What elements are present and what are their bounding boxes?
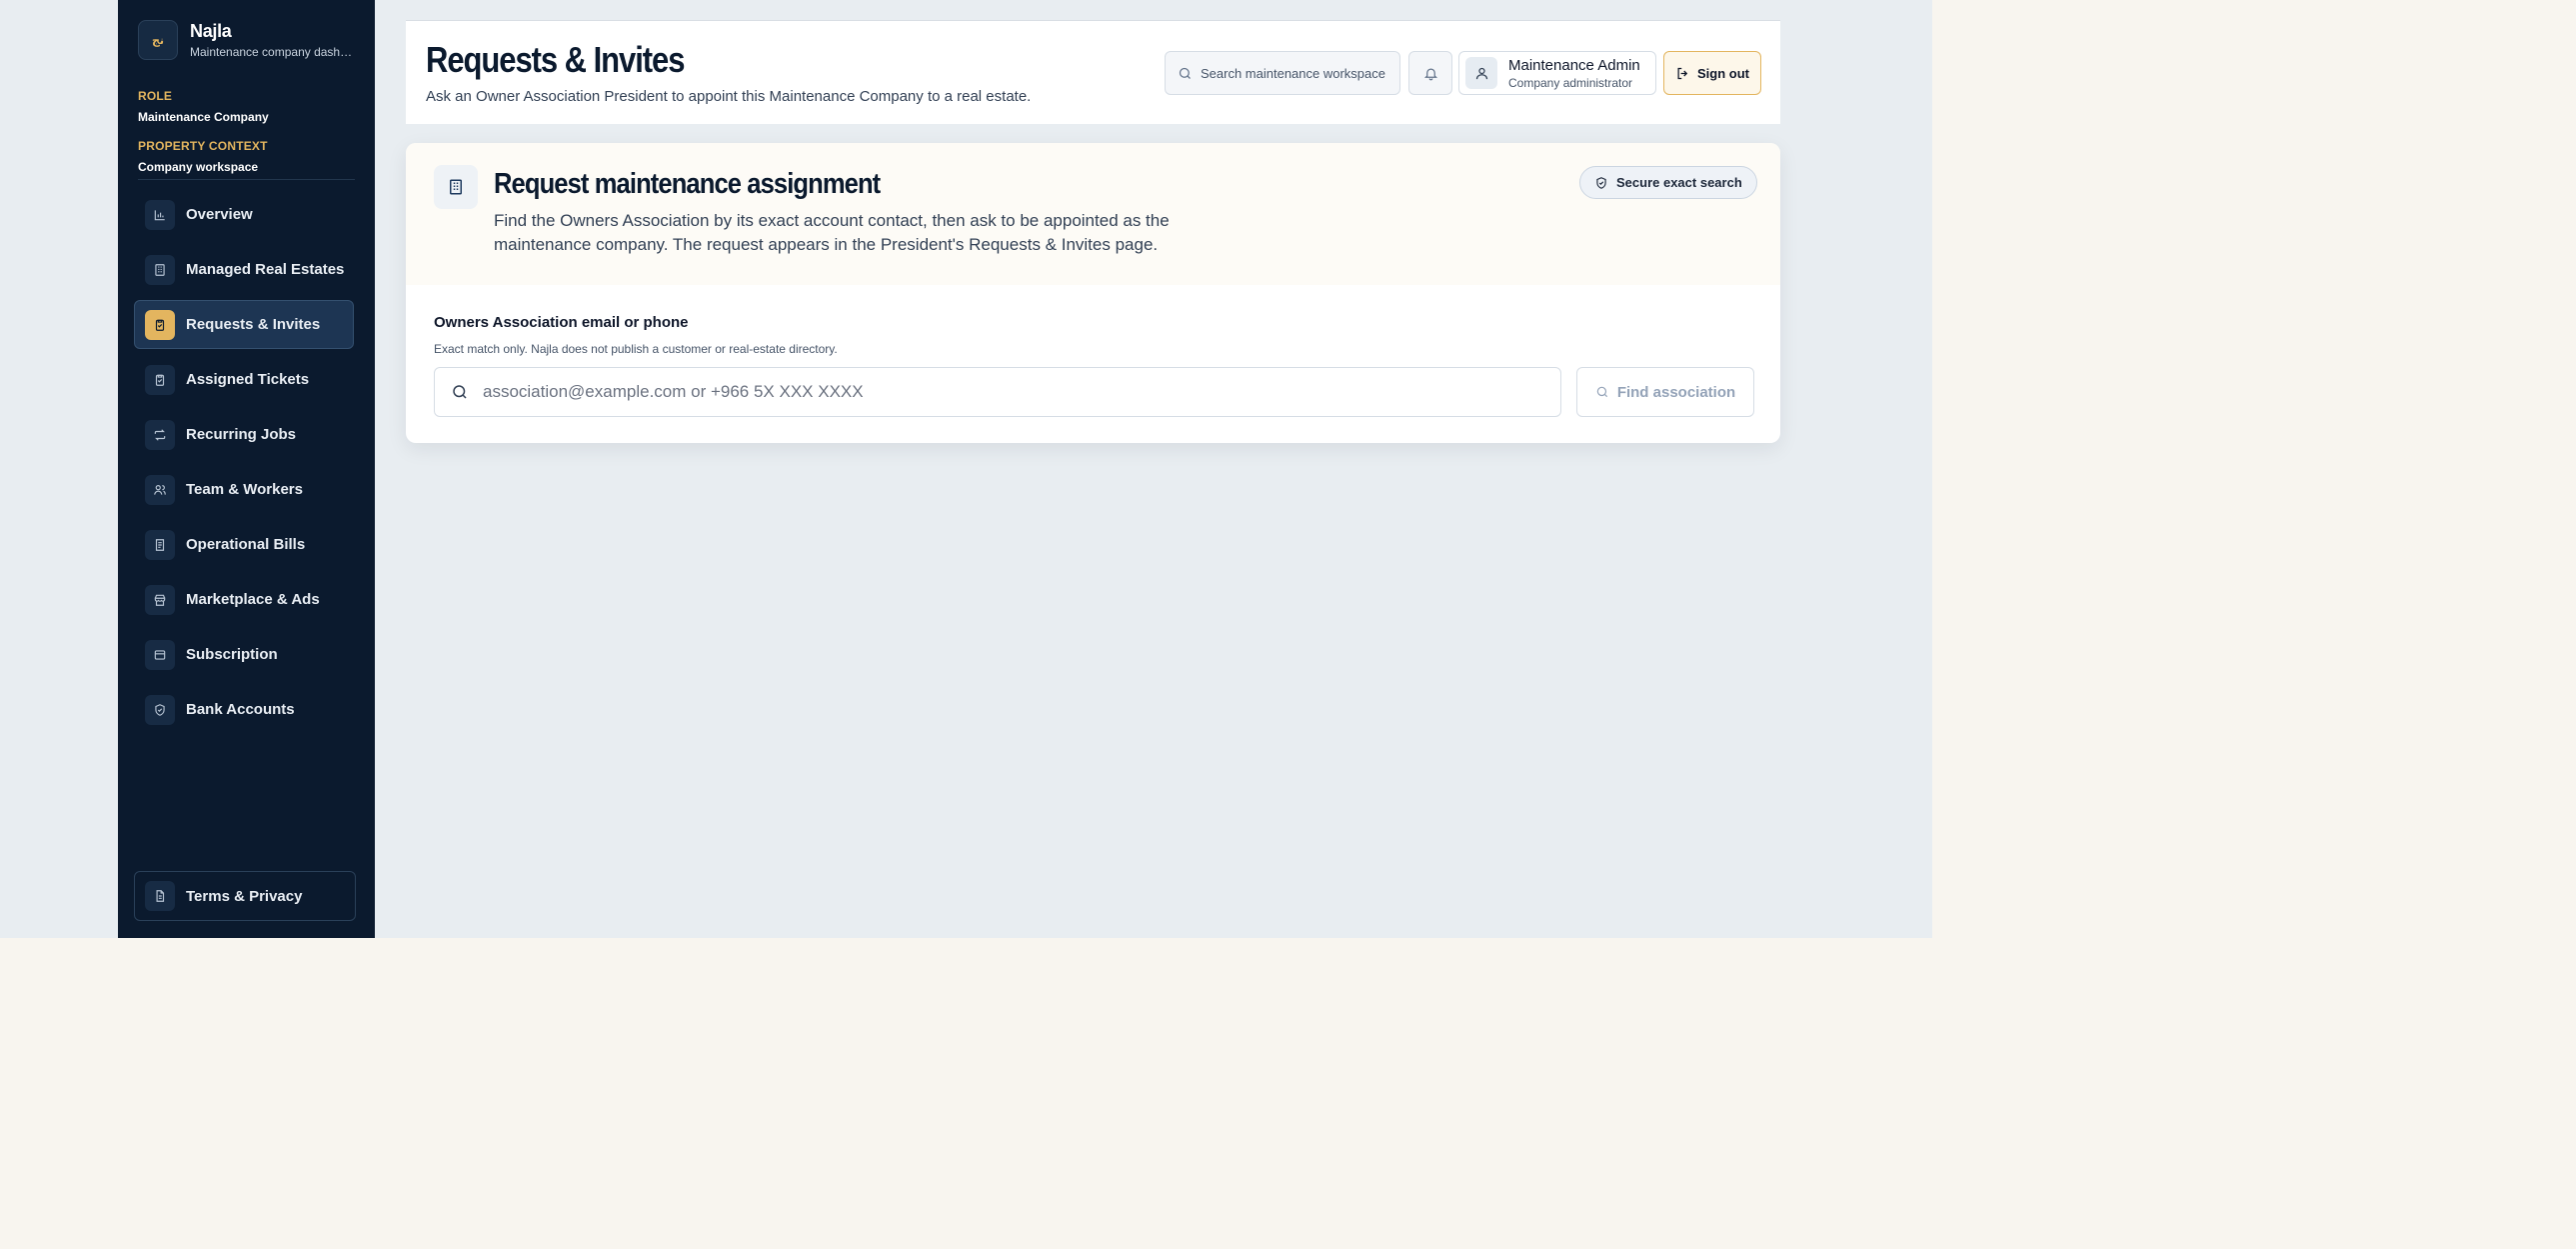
sidebar-item-operational-bills[interactable]: Operational Bills xyxy=(134,520,354,569)
sign-out-button[interactable]: Sign out xyxy=(1663,51,1761,95)
sidebar-item-assigned-tickets[interactable]: Assigned Tickets xyxy=(134,355,354,404)
user-menu[interactable]: Maintenance Admin Company administrator xyxy=(1458,51,1656,95)
brand[interactable]: نج Najla Maintenance company dashboard xyxy=(138,20,354,60)
sidebar-item-requests-invites[interactable]: Requests & Invites xyxy=(134,300,354,349)
building-icon xyxy=(145,254,175,285)
building-icon xyxy=(434,165,478,209)
sign-out-label: Sign out xyxy=(1697,65,1749,81)
document-icon xyxy=(145,881,175,911)
sidebar-item-marketplace-ads[interactable]: Marketplace & Ads xyxy=(134,575,354,624)
search-icon xyxy=(1596,386,1607,398)
logout-icon xyxy=(1677,67,1688,79)
user-role: Company administrator xyxy=(1508,75,1633,90)
app-shell: نج Najla Maintenance company dashboard R… xyxy=(0,0,1932,938)
search-icon xyxy=(1179,67,1191,79)
association-input[interactable] xyxy=(483,382,1542,402)
notifications-button[interactable] xyxy=(1408,51,1452,95)
sidebar-divider xyxy=(138,179,355,180)
association-field-help: Exact match only. Najla does not publish… xyxy=(434,342,838,356)
role-value: Maintenance Company xyxy=(138,110,269,124)
user-icon xyxy=(1475,67,1487,79)
sidebar-item-label: Marketplace & Ads xyxy=(186,591,320,608)
bar-chart-icon xyxy=(145,199,175,230)
sidebar-item-overview[interactable]: Overview xyxy=(134,190,354,239)
sidebar-item-label: Operational Bills xyxy=(186,536,306,553)
search-icon xyxy=(453,385,467,399)
repeat-icon xyxy=(145,419,175,450)
role-key: ROLE xyxy=(138,89,173,103)
page-subtitle: Ask an Owner Association President to ap… xyxy=(426,88,1032,105)
sidebar-item-bank-accounts[interactable]: Bank Accounts xyxy=(134,685,354,734)
clipboard-check-icon xyxy=(145,364,175,395)
sidebar-item-label: Overview xyxy=(186,206,253,223)
find-association-button[interactable]: Find association xyxy=(1576,367,1754,417)
page-header: Requests & Invites Ask an Owner Associat… xyxy=(406,20,1780,124)
sidebar-item-managed-real-estates[interactable]: Managed Real Estates xyxy=(134,245,354,294)
sidebar-item-label: Bank Accounts xyxy=(186,701,295,718)
sidebar-item-label: Subscription xyxy=(186,646,278,663)
secure-search-badge: Secure exact search xyxy=(1579,166,1757,199)
card-description: Find the Owners Association by its exact… xyxy=(494,211,1170,254)
terms-label: Terms & Privacy xyxy=(186,887,303,905)
shield-icon xyxy=(1596,176,1606,189)
shield-icon xyxy=(145,694,175,725)
badge-label: Secure exact search xyxy=(1616,175,1742,190)
sidebar: نج Najla Maintenance company dashboard R… xyxy=(118,0,375,938)
page-title: Requests & Invites xyxy=(426,39,685,80)
brand-logo: نج xyxy=(138,20,178,60)
sidebar-item-label: Assigned Tickets xyxy=(186,371,310,388)
property-context-value: Company workspace xyxy=(138,160,259,174)
sidebar-item-subscription[interactable]: Subscription xyxy=(134,630,354,679)
find-association-label: Find association xyxy=(1616,383,1736,401)
workspace-search[interactable] xyxy=(1165,51,1400,95)
bell-icon xyxy=(1423,68,1437,80)
workspace-search-input[interactable] xyxy=(1201,65,1395,81)
request-assignment-card: Request maintenance assignment Find the … xyxy=(406,143,1780,443)
avatar xyxy=(1465,57,1497,89)
receipt-icon xyxy=(145,529,175,560)
store-icon xyxy=(145,584,175,615)
card-header: Request maintenance assignment Find the … xyxy=(406,143,1780,285)
clipboard-icon xyxy=(145,309,175,340)
terms-privacy-link[interactable]: Terms & Privacy xyxy=(134,871,356,921)
sidebar-nav: Overview Managed Real Estates Requests &… xyxy=(134,190,354,740)
context-info: ROLE Maintenance Company PROPERTY CONTEX… xyxy=(138,89,358,189)
brand-subtitle: Maintenance company dashboard xyxy=(190,45,354,59)
association-field-label: Owners Association email or phone xyxy=(434,314,689,331)
users-icon xyxy=(145,474,175,505)
sidebar-item-recurring-jobs[interactable]: Recurring Jobs xyxy=(134,410,354,459)
user-name: Maintenance Admin xyxy=(1508,56,1640,74)
association-search-field[interactable] xyxy=(434,367,1561,417)
sidebar-item-label: Managed Real Estates xyxy=(186,261,345,278)
card-title: Request maintenance assignment xyxy=(494,168,881,200)
sidebar-item-label: Team & Workers xyxy=(186,481,303,498)
sidebar-item-label: Recurring Jobs xyxy=(186,426,297,443)
sidebar-item-team-workers[interactable]: Team & Workers xyxy=(134,465,354,514)
brand-name: Najla xyxy=(190,21,232,41)
wallet-icon xyxy=(145,639,175,670)
property-context-key: PROPERTY CONTEXT xyxy=(138,139,268,153)
sidebar-item-label: Requests & Invites xyxy=(186,316,321,333)
